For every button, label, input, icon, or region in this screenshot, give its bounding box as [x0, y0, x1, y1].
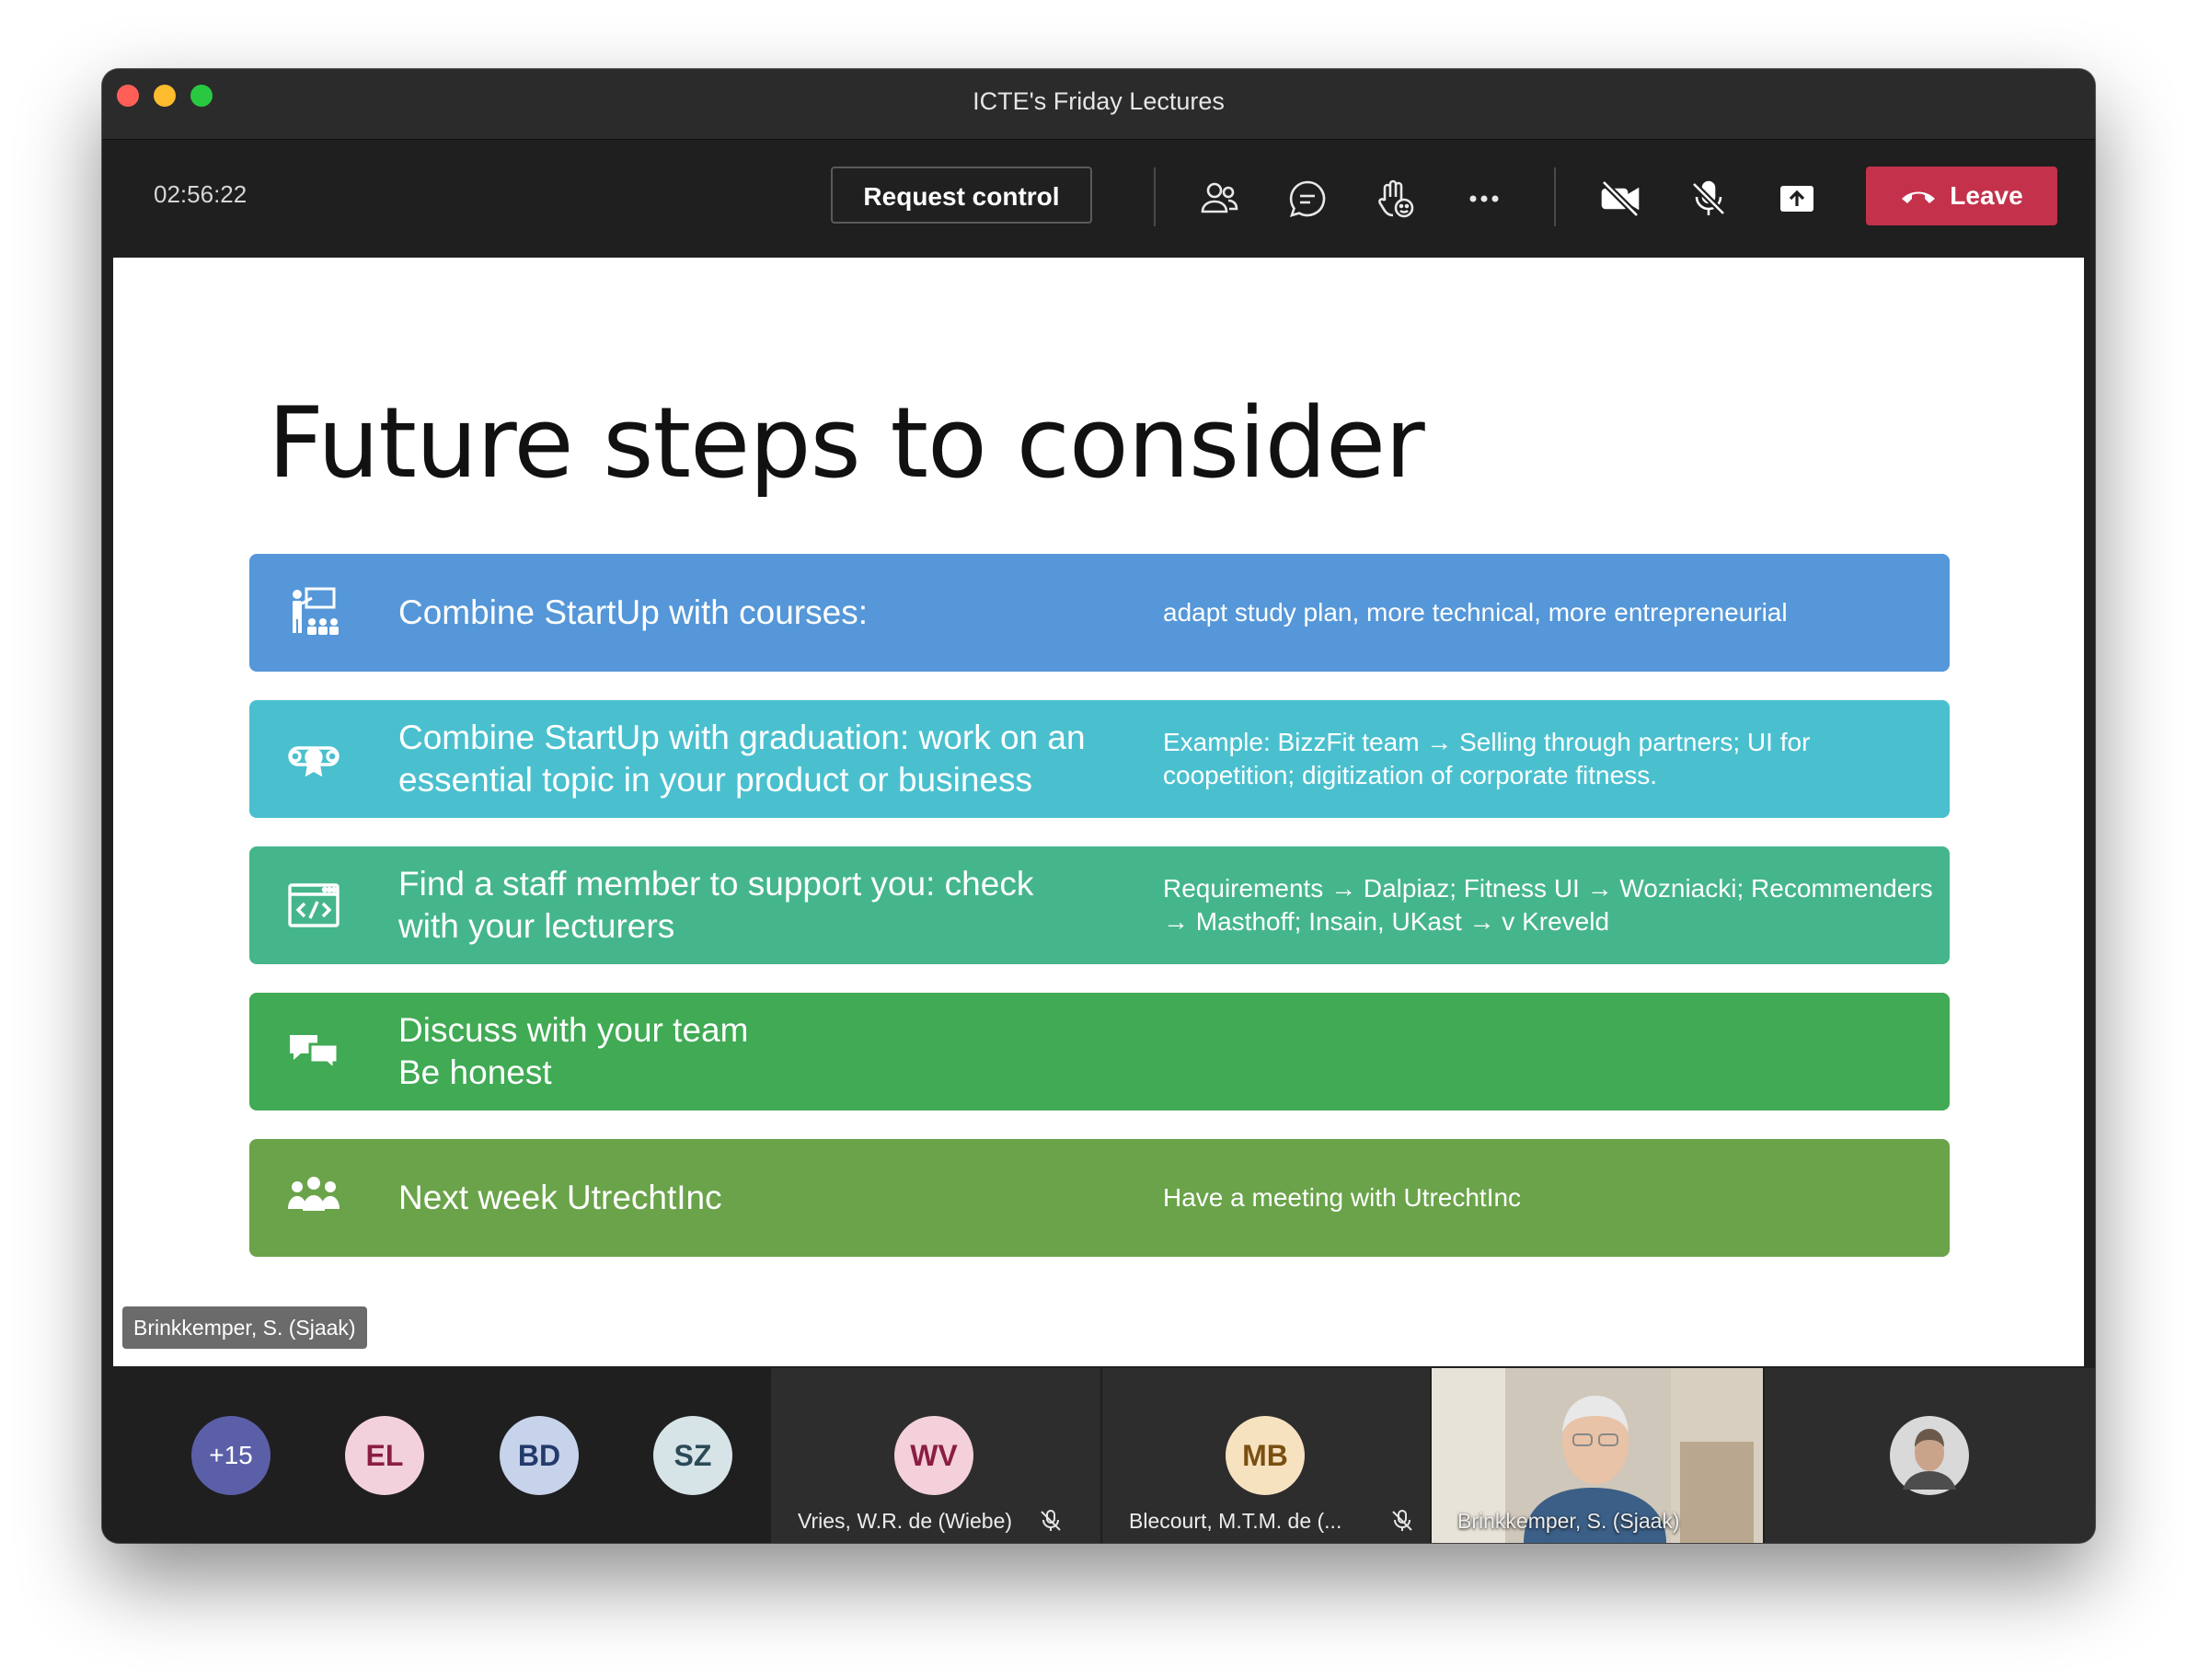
row-detail-text: adapt study plan, more technical, more e… [1163, 554, 1936, 672]
row-detail-line: Example: BizzFit team → Selling through … [1163, 728, 1811, 756]
toolbar-divider [1154, 167, 1156, 226]
row-main-line: Discuss with your team [398, 1011, 749, 1049]
chat-icon[interactable] [1285, 177, 1330, 221]
participant-avatar[interactable]: EL [345, 1416, 424, 1495]
slide-row-staff: Find a staff member to support you: chec… [249, 846, 1950, 964]
row-detail-text: Requirements → Dalpiaz; Fitness UI → Woz… [1163, 846, 1936, 964]
overflow-participants-button[interactable]: +15 [191, 1416, 271, 1495]
participant-tile[interactable] [1765, 1368, 2095, 1543]
slide-title: Future steps to consider [268, 386, 1425, 500]
code-window-icon [284, 876, 343, 935]
row-main-text: Find a staff member to support you: chec… [398, 846, 1134, 964]
row-main-line: Be honest [398, 1053, 552, 1091]
meeting-toolbar: 02:56:22 Request control Leave [102, 140, 2095, 256]
row-main-line: Combine StartUp with courses: [398, 593, 868, 631]
conversation-icon [284, 1022, 343, 1081]
title-bar: ICTE's Friday Lectures [102, 69, 2095, 140]
row-detail-line: → Masthoff; Insain, UKast → v Kreveld [1163, 907, 1610, 936]
camera-off-icon[interactable] [1598, 177, 1642, 221]
row-detail-line: Have a meeting with UtrechtInc [1163, 1183, 1522, 1212]
row-detail-line: coopetition; digitization of corporate f… [1163, 761, 1657, 789]
group-icon [284, 1168, 343, 1227]
row-detail-text: Have a meeting with UtrechtInc [1163, 1139, 1936, 1257]
leave-button[interactable]: Leave [1866, 167, 2057, 225]
participant-tile[interactable]: MB Blecourt, M.T.M. de (... [1102, 1368, 1430, 1543]
meeting-window: ICTE's Friday Lectures 02:56:22 Request … [102, 69, 2095, 1543]
presenter-name-tag: Brinkkemper, S. (Sjaak) [122, 1306, 367, 1349]
participant-avatar: WV [894, 1416, 973, 1495]
row-main-line: with your lecturers [398, 907, 675, 945]
slide-row-utrechtinc: Next week UtrechtInc Have a meeting with… [249, 1139, 1950, 1257]
row-main-line: Next week UtrechtInc [398, 1179, 722, 1216]
row-main-line: Combine StartUp with graduation: work on… [398, 719, 1086, 756]
participant-avatar: MB [1226, 1416, 1305, 1495]
hang-up-icon [1902, 191, 1936, 203]
slide-row-courses: Combine StartUp with courses: adapt stud… [249, 554, 1950, 672]
more-icon[interactable] [1462, 177, 1506, 221]
participant-strip: +15 EL BD SZ WV Vries, W.R. de (Wiebe) M… [102, 1368, 2095, 1543]
toolbar-divider [1554, 167, 1556, 226]
mic-off-icon [1392, 1510, 1412, 1531]
shared-slide: Future steps to consider Combine StartUp… [113, 258, 2084, 1366]
row-main-text: Discuss with your team Be honest [398, 993, 1134, 1110]
participant-video-tile[interactable]: Brinkkemper, S. (Sjaak) [1432, 1368, 1763, 1543]
row-main-text: Combine StartUp with graduation: work on… [398, 700, 1134, 818]
row-main-text: Combine StartUp with courses: [398, 554, 1134, 672]
row-main-text: Next week UtrechtInc [398, 1139, 1134, 1257]
leave-label: Leave [1950, 181, 2023, 210]
mic-off-icon [1041, 1510, 1061, 1531]
participant-name: Blecourt, M.T.M. de (... [1129, 1509, 1342, 1533]
row-main-line: essential topic in your product or busin… [398, 761, 1032, 799]
mic-off-icon[interactable] [1687, 177, 1731, 221]
participant-name: Vries, W.R. de (Wiebe) [798, 1509, 1013, 1533]
participant-avatar[interactable]: SZ [653, 1416, 732, 1495]
row-main-line: Find a staff member to support you: chec… [398, 865, 1034, 903]
row-detail-text: Example: BizzFit team → Selling through … [1163, 700, 1936, 818]
meeting-timer: 02:56:22 [154, 180, 248, 208]
window-title: ICTE's Friday Lectures [973, 87, 1225, 115]
participant-photo-avatar [1890, 1416, 1969, 1495]
participant-avatar[interactable]: BD [500, 1416, 579, 1495]
slide-row-graduation: Combine StartUp with graduation: work on… [249, 700, 1950, 818]
certificate-icon [284, 730, 343, 788]
row-detail-line: adapt study plan, more technical, more e… [1163, 598, 1788, 627]
teacher-icon [284, 583, 343, 642]
participant-name: Brinkkemper, S. (Sjaak) [1457, 1509, 1680, 1533]
raise-hand-icon[interactable] [1374, 177, 1418, 221]
slide-row-team: Discuss with your team Be honest [249, 993, 1950, 1110]
request-control-button[interactable]: Request control [831, 167, 1092, 224]
participant-tile[interactable]: WV Vries, W.R. de (Wiebe) [771, 1368, 1100, 1543]
people-icon[interactable] [1197, 177, 1241, 221]
share-icon[interactable] [1775, 177, 1819, 221]
row-detail-line: Requirements → Dalpiaz; Fitness UI → Woz… [1163, 874, 1933, 903]
